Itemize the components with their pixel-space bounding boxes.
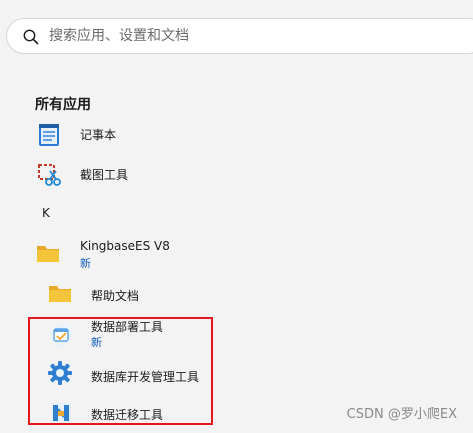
folder-icon [37,246,59,262]
app-label-help-docs: 帮助文档 [91,289,140,303]
watermark: CSDN @罗小爬EX [346,407,457,422]
app-item-snipping-tool[interactable]: 截图工具 [30,154,310,194]
app-label-data-migration-tool: 数据迁移工具 [91,408,164,422]
app-item-data-migration-tool[interactable]: 数据迁移工具 [40,393,320,433]
app-item-help-docs[interactable]: 帮助文档 [40,274,320,314]
deploy-tool-icon [50,324,72,346]
search-icon [23,29,39,45]
new-badge: 新 [91,336,102,349]
all-apps-title: 所有应用 [35,97,91,113]
search-input[interactable] [49,26,429,46]
app-item-db-dev-tool[interactable]: 数据库开发管理工具 [40,355,320,395]
app-label-db-dev-tool: 数据库开发管理工具 [91,370,200,384]
notepad-icon [39,124,59,146]
app-label-data-deploy-tool: 数据部署工具 [91,320,164,334]
search-box[interactable] [6,18,473,54]
db-gear-icon [48,361,72,385]
app-label-snipping-tool: 截图工具 [80,168,129,182]
letter-group-header[interactable]: K [42,206,50,220]
app-label-kingbase: KingbaseES V8 [80,239,170,253]
app-item-kingbase-folder[interactable]: KingbaseES V8 新 [30,234,310,274]
new-badge: 新 [80,257,91,270]
app-label-notepad: 记事本 [80,128,117,142]
snipping-tool-icon [38,164,61,186]
app-item-data-deploy-tool[interactable]: 数据部署工具 新 [40,316,320,356]
migration-icon [51,403,71,423]
app-item-notepad[interactable]: 记事本 [30,114,310,154]
folder-icon [49,286,71,302]
